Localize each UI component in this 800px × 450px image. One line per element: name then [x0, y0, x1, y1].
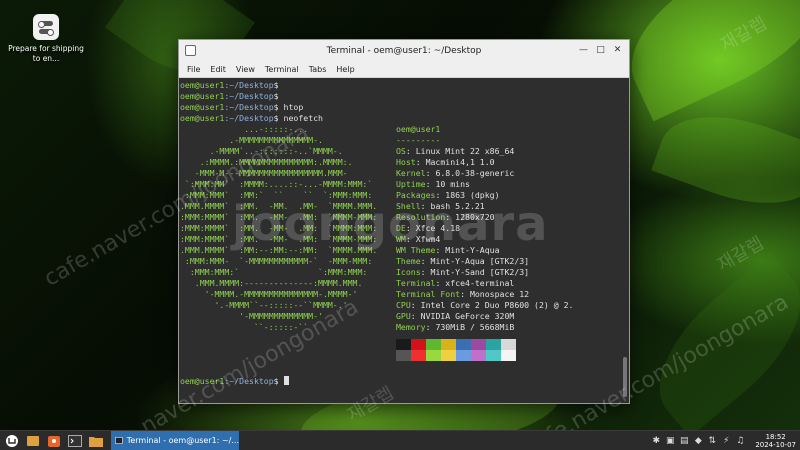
info-row: WM Theme: Mint-Y-Aqua — [396, 245, 500, 255]
color-palette — [396, 339, 516, 361]
taskbar-terminal-item[interactable]: Terminal - oem@user1: ~/... — [111, 431, 239, 450]
prompt-line: oem@user1:~/Desktop$ htop — [180, 102, 304, 112]
info-row: Kernel: 6.8.0-38-generic — [396, 168, 515, 178]
close-icon[interactable]: ✕ — [610, 43, 625, 58]
terminal-task-icon — [115, 436, 123, 445]
color-swatch — [471, 350, 486, 361]
info-row: Uptime: 10 mins — [396, 179, 470, 189]
color-swatch — [411, 350, 426, 361]
menu-view[interactable]: View — [231, 65, 260, 74]
color-swatch — [501, 350, 516, 361]
color-swatch — [396, 350, 411, 361]
menu-help[interactable]: Help — [331, 65, 359, 74]
window-title: Terminal - oem@user1: ~/Desktop — [326, 45, 482, 56]
minimize-icon[interactable]: — — [576, 43, 591, 58]
prompt-line: oem@user1:~/Desktop$ neofetch — [180, 113, 323, 123]
menu-edit[interactable]: Edit — [205, 65, 231, 74]
clock[interactable]: 18:52 2024-10-07 — [755, 433, 796, 449]
color-swatch — [441, 339, 456, 350]
bluetooth-icon[interactable]: ✱ — [651, 436, 661, 446]
color-swatch — [471, 339, 486, 350]
color-swatch — [426, 350, 441, 361]
files-icon[interactable] — [24, 432, 42, 450]
wallpaper-leaf — [651, 95, 800, 225]
mint-ascii-logo: ...-:::::-... .-MMMMMMMMMMMMMMM-. .-MMMM… — [180, 124, 378, 332]
taskbar: Terminal - oem@user1: ~/... ✱ ▣ ▤ ◆ ⇅ ⚡ … — [0, 430, 800, 450]
menu-file[interactable]: File — [182, 65, 205, 74]
current-prompt-line: oem@user1:~/Desktop$ — [180, 376, 620, 387]
power-icon[interactable]: ⚡ — [721, 436, 731, 446]
software-manager-icon[interactable] — [45, 432, 63, 450]
color-swatch — [486, 350, 501, 361]
clock-date: 2024-10-07 — [755, 441, 796, 449]
terminal-window: Terminal - oem@user1: ~/Desktop — □ ✕ Fi… — [178, 39, 630, 404]
wallpaper-leaf — [607, 0, 800, 122]
info-row: Terminal Font: Monospace 12 — [396, 289, 530, 299]
info-row: DE: Xfce 4.18 — [396, 223, 461, 233]
wallpaper-leaf — [632, 252, 800, 438]
color-swatch — [456, 350, 471, 361]
info-row: Packages: 1863 (dpkg) — [396, 190, 500, 200]
info-row: Host: Macmini4,1 1.0 — [396, 157, 495, 167]
menu-terminal[interactable]: Terminal — [260, 65, 304, 74]
color-swatch — [441, 350, 456, 361]
menu-tabs[interactable]: Tabs — [304, 65, 332, 74]
info-row: Theme: Mint-Y-Aqua [GTK2/3] — [396, 256, 530, 266]
taskbar-item-label: Terminal - oem@user1: ~/... — [126, 436, 239, 445]
scrollbar-thumb[interactable] — [623, 357, 627, 397]
info-row: GPU: NVIDIA GeForce 320M — [396, 311, 515, 321]
info-row: WM: Xfwm4 — [396, 234, 441, 244]
info-row: CPU: Intel Core 2 Duo P8600 (2) @ 2. — [396, 300, 574, 310]
terminal-scrollbar[interactable] — [620, 78, 629, 403]
text-cursor — [283, 376, 289, 385]
system-tray: ✱ ▣ ▤ ◆ ⇅ ⚡ ♫ 18:52 2024-10-07 — [651, 431, 796, 450]
info-row: Memory: 730MiB / 5668MiB — [396, 322, 515, 332]
terminal-launcher-icon[interactable] — [66, 432, 84, 450]
mint-menu-icon[interactable] — [3, 432, 21, 450]
color-swatch — [411, 339, 426, 350]
desktop-icon-label: Prepare for shipping to en... — [8, 44, 84, 63]
neofetch-output: ...-:::::-... .-MMMMMMMMMMMMMMM-. .-MMMM… — [180, 124, 620, 376]
color-swatch — [486, 339, 501, 350]
desktop-icon-prepare-shipping[interactable]: Prepare for shipping to en... — [8, 14, 84, 64]
prompt-line: oem@user1:~/Desktop$ — [180, 91, 279, 101]
color-swatch — [456, 339, 471, 350]
notes-icon[interactable]: ▤ — [679, 436, 689, 446]
window-titlebar[interactable]: Terminal - oem@user1: ~/Desktop — □ ✕ — [179, 40, 629, 61]
folder-icon[interactable] — [87, 432, 105, 450]
volume-icon[interactable]: ♫ — [735, 436, 745, 446]
color-swatch — [501, 339, 516, 350]
prompt-line: oem@user1:~/Desktop$ — [180, 80, 279, 90]
info-row: Terminal: xfce4-terminal — [396, 278, 515, 288]
terminal-app-icon — [185, 45, 196, 56]
info-row: OS: Linux Mint 22 x86_64 — [396, 146, 515, 156]
info-row: Icons: Mint-Y-Sand [GTK2/3] — [396, 267, 530, 277]
info-header: oem@user1 — [396, 124, 441, 134]
clock-time: 18:52 — [765, 433, 786, 441]
clipboard-icon[interactable]: ▣ — [665, 436, 675, 446]
maximize-icon[interactable]: □ — [593, 43, 608, 58]
color-swatch — [426, 339, 441, 350]
info-row: Resolution: 1280x720 — [396, 212, 495, 222]
toggle-settings-icon — [33, 14, 59, 40]
menu-bar: File Edit View Terminal Tabs Help — [179, 61, 629, 78]
network-icon[interactable]: ⇅ — [707, 436, 717, 446]
color-swatch — [396, 339, 411, 350]
terminal-output[interactable]: oem@user1:~/Desktop$ oem@user1:~/Desktop… — [179, 78, 620, 403]
info-separator: --------- — [396, 135, 441, 145]
update-shield-icon[interactable]: ◆ — [693, 436, 703, 446]
system-info: oem@user1 --------- OS: Linux Mint 22 x8… — [396, 124, 573, 333]
info-row: Shell: bash 5.2.21 — [396, 201, 485, 211]
